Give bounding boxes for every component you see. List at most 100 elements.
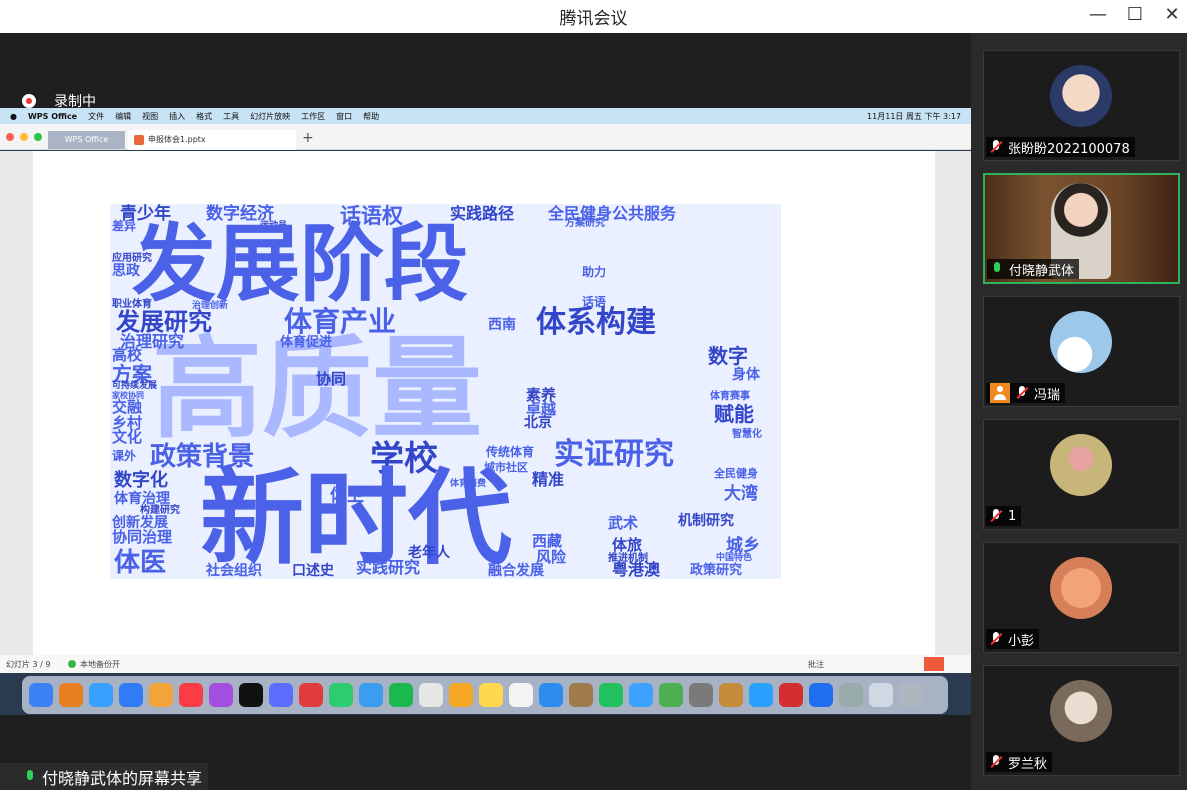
word-cloud-word: 智慧化 (732, 429, 762, 440)
word-cloud-word: 融合发展 (488, 563, 544, 579)
printer-icon[interactable] (839, 683, 863, 707)
facetime-icon[interactable] (599, 683, 623, 707)
menu-item[interactable]: 工具 (223, 111, 239, 122)
mic-muted-icon (990, 755, 1002, 769)
menu-item[interactable]: 工作区 (301, 111, 325, 122)
word-cloud-word: 高校 (112, 346, 143, 364)
participants-panel: 张盼盼2022100078 付晓静武体 冯瑞 1 小彭 罗兰秋 (971, 33, 1187, 790)
siri-icon[interactable] (269, 683, 293, 707)
finder-icon[interactable] (29, 683, 53, 707)
word-cloud-word: 协同 (316, 370, 347, 388)
keynote-icon[interactable] (629, 683, 653, 707)
minimize-button[interactable]: — (1083, 3, 1113, 27)
photos-icon[interactable] (149, 683, 173, 707)
participant-namebar: 罗兰秋 (986, 752, 1053, 772)
mic-muted-icon (990, 632, 1002, 646)
backup-status[interactable]: 本地备份开 (80, 659, 120, 670)
trash-icon[interactable] (899, 683, 923, 707)
menu-item[interactable]: 幻灯片放映 (250, 111, 290, 122)
contacts-icon[interactable] (569, 683, 593, 707)
tv-icon[interactable] (239, 683, 263, 707)
word-cloud-word: 体育治理 (114, 491, 170, 507)
screen-share-banner[interactable]: 付晓静武体的屏幕共享 (0, 763, 209, 790)
music-icon[interactable] (179, 683, 203, 707)
participant-tile[interactable]: 付晓静武体 (983, 173, 1180, 284)
word-cloud-word: 数字化 (114, 470, 168, 491)
close-button[interactable]: ✕ (1157, 3, 1187, 27)
avatar (1050, 680, 1112, 742)
participant-name: 罗兰秋 (1008, 756, 1048, 772)
podcasts-icon[interactable] (209, 683, 233, 707)
maps-icon[interactable] (539, 683, 563, 707)
maximize-button[interactable]: ☐ (1120, 3, 1150, 27)
word-cloud-word: 实践研究 (356, 558, 421, 577)
add-tab-icon[interactable]: + (302, 130, 314, 146)
word-cloud-word: 发展阶段 (132, 215, 469, 313)
word-cloud-word: 社会组织 (206, 563, 262, 579)
tab-document[interactable]: 申报体会1.pptx (128, 130, 296, 150)
app-icon[interactable] (719, 683, 743, 707)
lark-icon[interactable] (809, 683, 833, 707)
annotate-button[interactable]: 批注 (808, 659, 824, 670)
participant-tile[interactable]: 罗兰秋 (983, 665, 1180, 776)
participant-name: 张盼盼2022100078 (1008, 141, 1130, 157)
mic-on-icon (24, 769, 36, 784)
word-cloud-word: 方案研究 (565, 218, 605, 229)
notes-icon[interactable] (479, 683, 503, 707)
file-icon[interactable] (869, 683, 893, 707)
mic-muted-icon (990, 140, 1002, 154)
safari-icon[interactable] (89, 683, 113, 707)
word-cloud-word: 实证研究 (554, 437, 674, 472)
wechat-icon[interactable] (389, 683, 413, 707)
participant-name: 冯瑞 (1034, 387, 1061, 403)
participant-namebar: 小彭 (986, 629, 1040, 649)
slide-workspace: 青少年 数字经济 话语权 实践路径 全民健身公共服务 差异 运动员 方案研究 发展阶段 应用研究思… (0, 151, 971, 655)
word-cloud-word: 可持续发展 (112, 381, 158, 391)
mic-muted-icon (1016, 386, 1028, 400)
close-dot-icon[interactable] (6, 133, 14, 141)
menu-item[interactable]: WPS Office (28, 112, 77, 121)
word-cloud-word: 赋能 (714, 402, 754, 426)
reminders-icon[interactable] (509, 683, 533, 707)
menu-item[interactable]: 视图 (142, 111, 158, 122)
word-cloud-word: 粤港澳 (612, 560, 661, 579)
slide-counter: 幻灯片 3 / 9 (6, 660, 51, 669)
participant-namebar: 冯瑞 (986, 383, 1066, 403)
menu-item[interactable]: 帮助 (363, 111, 379, 122)
word-cloud-word: 大湾 (724, 484, 758, 504)
preview-icon[interactable] (449, 683, 473, 707)
menu-item[interactable]: 插入 (169, 111, 185, 122)
calendar-icon[interactable] (419, 683, 443, 707)
numbers-icon[interactable] (659, 683, 683, 707)
mac-menubar: ● WPS Office 文件 编辑 视图 插入 格式 工具 幻灯片放映 工作区… (0, 108, 971, 124)
launchpad-icon[interactable] (59, 683, 83, 707)
apple-icon[interactable]: ● (10, 112, 17, 121)
menu-item[interactable]: 窗口 (336, 111, 352, 122)
window-title: 腾讯会议 (559, 9, 628, 29)
avatar (1050, 311, 1112, 373)
minimize-dot-icon[interactable] (20, 133, 28, 141)
title-bar: 腾讯会议 — ☐ ✕ (0, 0, 1187, 33)
participant-tile[interactable]: 冯瑞 (983, 296, 1180, 407)
settings-icon[interactable] (689, 683, 713, 707)
word-cloud-word: 体卫 (330, 486, 364, 506)
participant-name: 小彭 (1008, 633, 1035, 649)
word-cloud-word: 发展研究 (116, 308, 212, 336)
word-cloud-word: 交融 (112, 398, 143, 416)
menu-item[interactable]: 编辑 (115, 111, 131, 122)
menu-item[interactable]: 文件 (88, 111, 104, 122)
zoom-dot-icon[interactable] (34, 133, 42, 141)
participant-tile[interactable]: 张盼盼2022100078 (983, 50, 1180, 161)
chrome-icon[interactable] (749, 683, 773, 707)
play-slideshow-icon[interactable] (924, 657, 944, 671)
wps-icon[interactable] (779, 683, 803, 707)
participant-tile[interactable]: 小彭 (983, 542, 1180, 653)
messages-icon[interactable] (329, 683, 353, 707)
menu-item[interactable]: 格式 (196, 111, 212, 122)
app-icon[interactable] (299, 683, 323, 707)
participant-tile[interactable]: 1 (983, 419, 1180, 530)
menubar-clock[interactable]: 11月11日 周五 下午 3:17 (867, 111, 961, 122)
app-store-icon[interactable] (119, 683, 143, 707)
mail-icon[interactable] (359, 683, 383, 707)
tab-wps-office[interactable]: WPS Office (48, 131, 125, 149)
